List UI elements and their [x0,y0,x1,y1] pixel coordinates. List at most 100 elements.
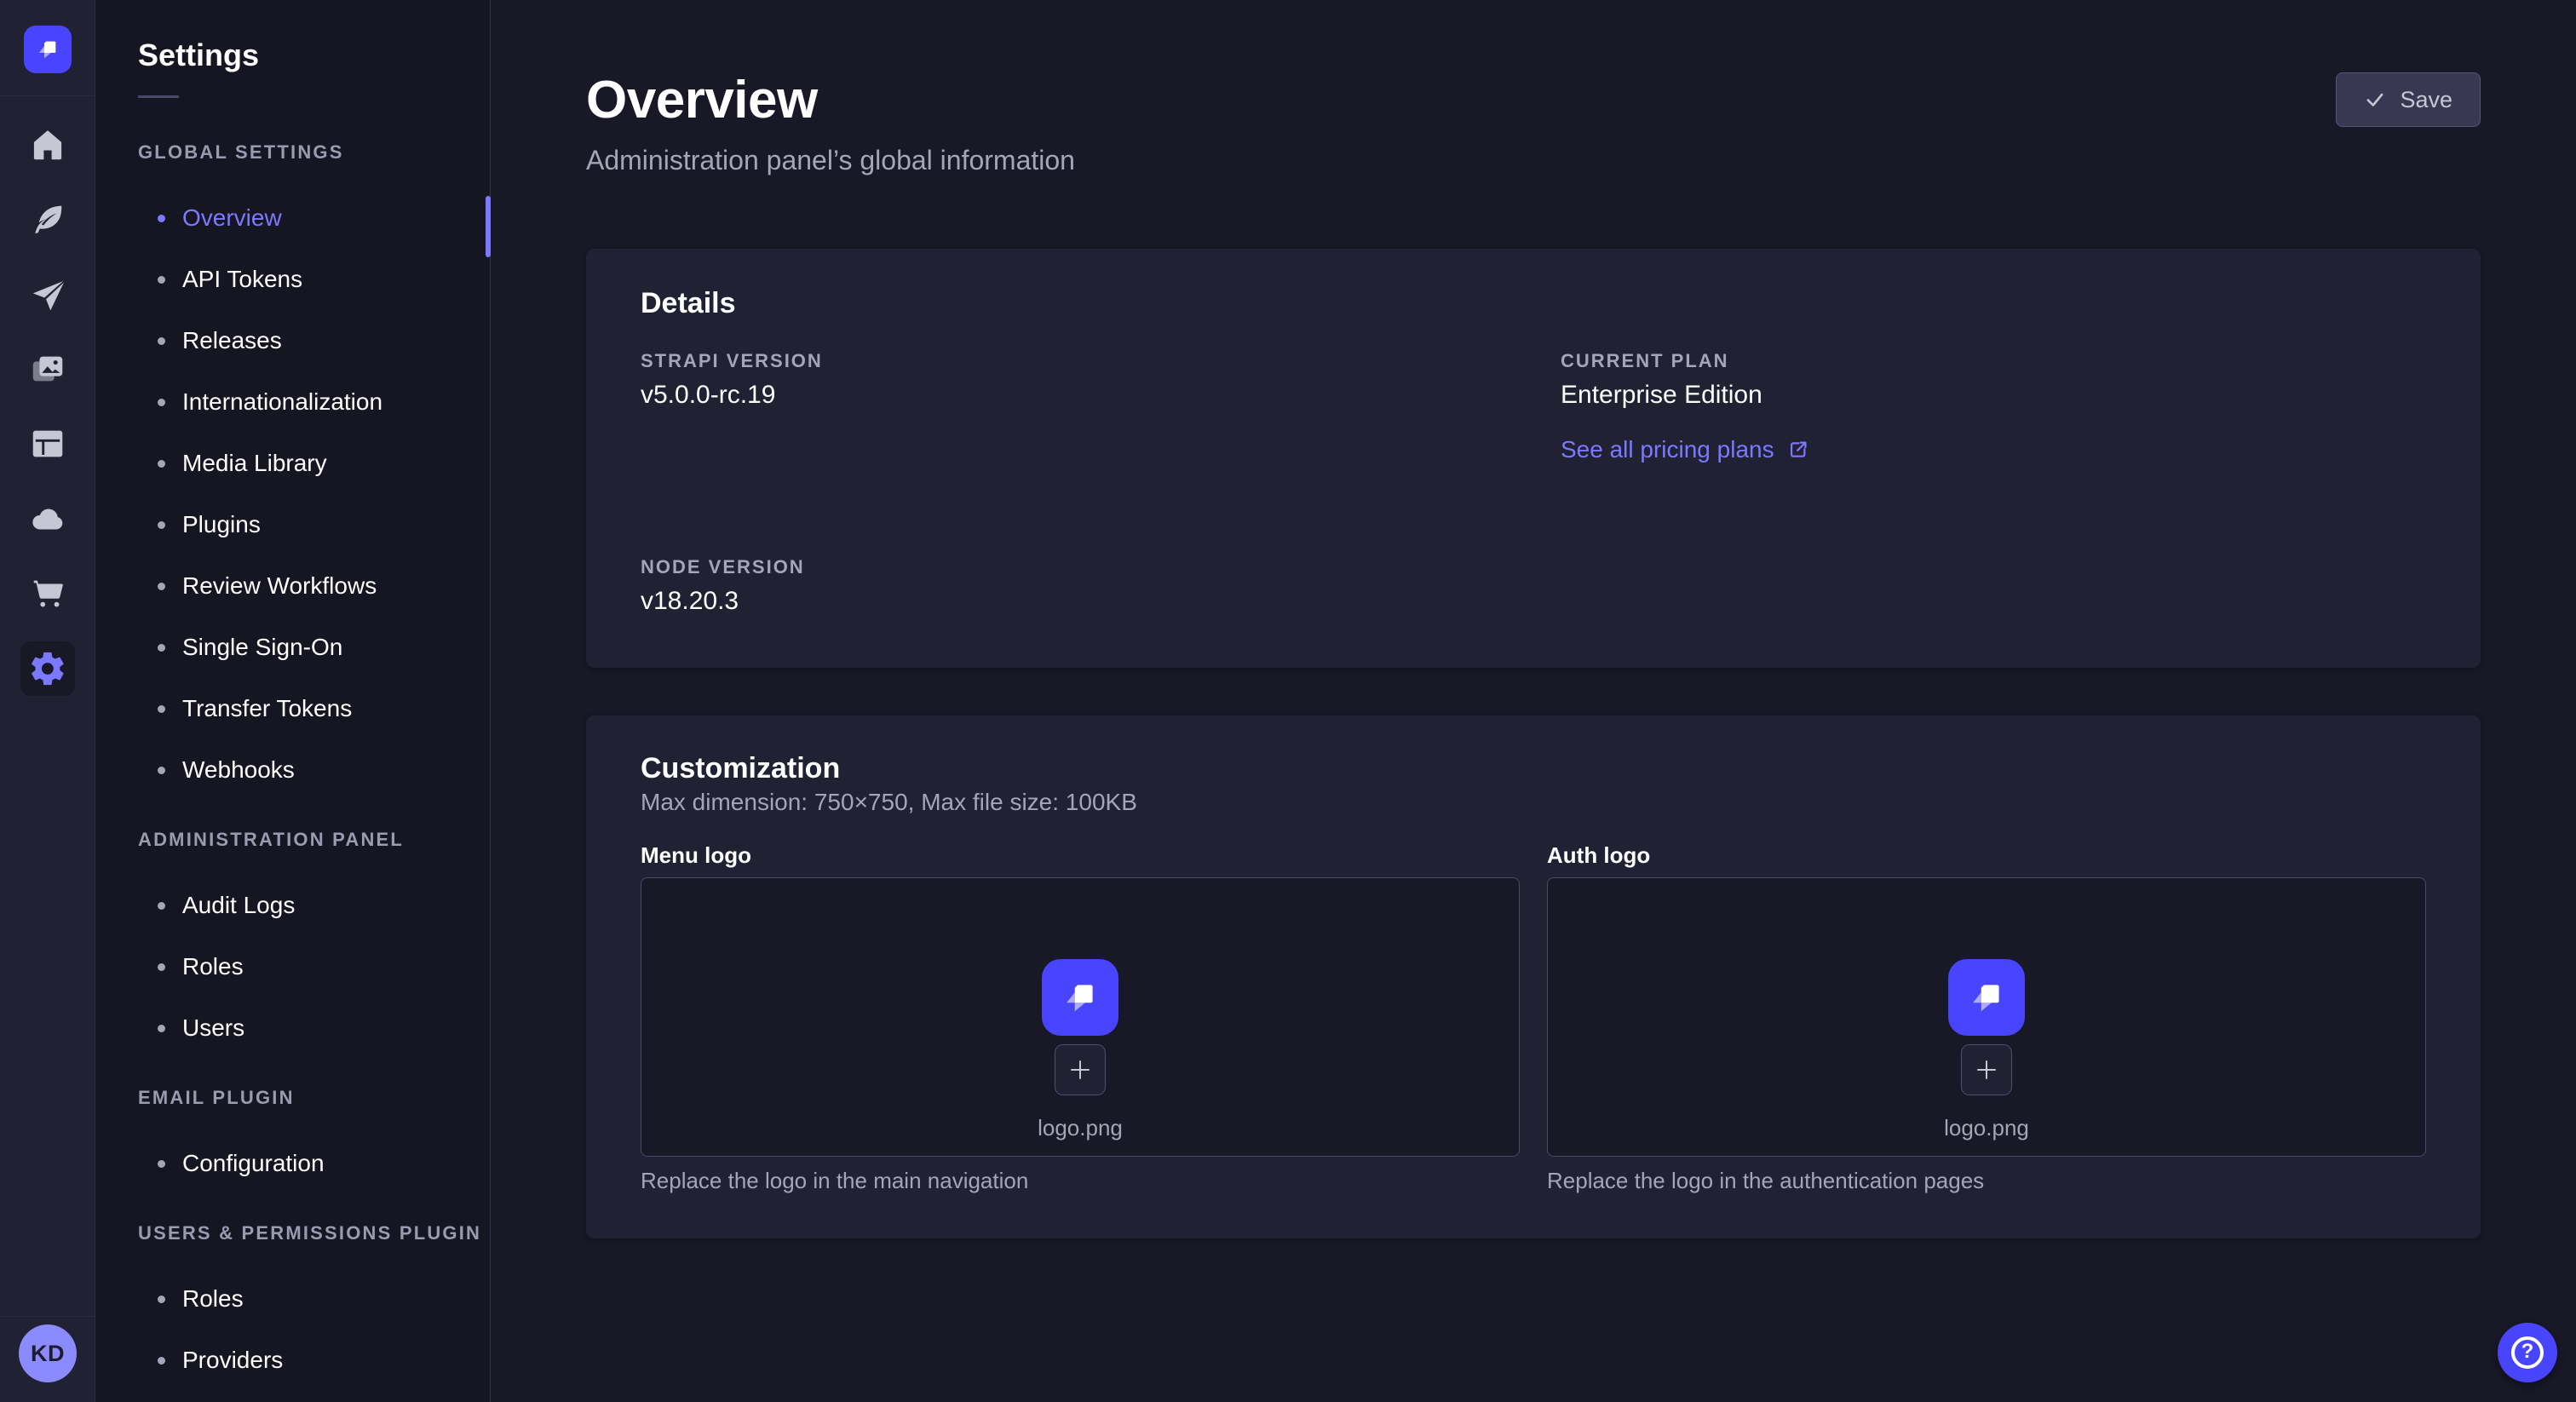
bullet-icon [158,1160,165,1168]
add-menu-logo-button[interactable] [1055,1044,1106,1095]
cart-icon [28,574,67,613]
node-version-value: v18.20.3 [641,584,1506,618]
avatar[interactable]: KD [19,1324,77,1382]
details-card-title: Details [641,283,2426,324]
main-content: Overview Administration panel’s global i… [492,0,2576,1402]
page-title: Overview [586,70,2576,131]
media-library-icon-button[interactable] [24,346,72,394]
layout-icon [28,424,67,463]
home-icon [28,125,67,164]
check-icon [2364,89,2386,111]
subnav-item-admin-roles[interactable]: Roles [95,936,490,997]
auth-logo-dropzone[interactable]: logo.png [1547,877,2426,1157]
bullet-icon [158,705,165,713]
menu-logo-hint: Replace the logo in the main navigation [641,1167,1520,1194]
subnav-item-up-roles[interactable]: Roles [95,1268,490,1330]
rail-divider-top [0,95,95,96]
active-item-indicator [486,196,491,257]
section-header-users-permissions-plugin: USERS & PERMISSIONS PLUGIN [95,1213,490,1254]
menu-logo-filename: logo.png [1038,1114,1123,1141]
auth-logo-filename: logo.png [1944,1114,2029,1141]
subnav-item-up-providers[interactable]: Providers [95,1330,490,1391]
releases-icon-button[interactable] [24,272,72,319]
main-nav-rail: KD [0,0,95,1402]
strapi-logo[interactable] [24,26,72,73]
subnav-item-admin-users[interactable]: Users [95,997,490,1059]
settings-icon-button[interactable] [20,641,75,696]
cloud-icon-button[interactable] [24,495,72,543]
page-subtitle: Administration panel’s global informatio… [586,143,2576,177]
bullet-icon [158,1357,165,1365]
strapi-version-label: STRAPI VERSION [641,349,1506,373]
add-auth-logo-button[interactable] [1961,1044,2012,1095]
node-version-label: NODE VERSION [641,555,1506,579]
save-button[interactable]: Save [2336,72,2481,127]
current-plan-label: CURRENT PLAN [1561,349,2426,373]
current-plan-field: CURRENT PLAN Enterprise Edition See all … [1561,349,2426,467]
menu-logo-field: Menu logo logo.png [641,842,1520,1194]
bullet-icon [158,521,165,529]
bullet-icon [158,460,165,468]
auth-logo-preview [1948,959,2025,1036]
plus-icon [1974,1057,1999,1083]
paper-plane-icon [28,276,67,315]
bullet-icon [158,399,165,406]
content-manager-icon-button[interactable] [24,196,72,244]
bullet-icon [158,337,165,345]
bullet-icon [158,1296,165,1303]
bullet-icon [158,644,165,652]
marketplace-icon-button[interactable] [24,570,72,618]
auth-logo-label: Auth logo [1547,842,2426,869]
administration-panel-list: Audit Logs Roles Users [95,860,490,1059]
section-header-global-settings: GLOBAL SETTINGS [95,132,490,173]
bullet-icon [158,767,165,774]
pricing-link[interactable]: See all pricing plans [1561,433,2426,467]
menu-logo-label: Menu logo [641,842,1520,869]
subnav-item-audit-logs[interactable]: Audit Logs [95,875,490,936]
bullet-icon [158,902,165,910]
page-header: Overview Administration panel’s global i… [492,0,2576,177]
images-icon [28,350,67,389]
subnav-title: Settings [95,0,490,73]
content-type-builder-icon-button[interactable] [24,420,72,468]
subnav-item-review-workflows[interactable]: Review Workflows [95,555,490,617]
bullet-icon [158,276,165,284]
gear-icon [28,649,67,688]
external-link-icon [1786,438,1810,462]
subnav-item-webhooks[interactable]: Webhooks [95,739,490,801]
help-button[interactable]: ? [2498,1323,2557,1382]
rail-divider-bottom [0,1316,95,1317]
strapi-version-value: v5.0.0-rc.19 [641,378,1506,412]
home-icon-button[interactable] [24,121,72,169]
question-mark-icon: ? [2511,1336,2544,1369]
bullet-icon [158,963,165,971]
auth-logo-field: Auth logo logo.png [1547,842,2426,1194]
subnav-item-transfer-tokens[interactable]: Transfer Tokens [95,678,490,739]
subnav-item-plugins[interactable]: Plugins [95,494,490,555]
bullet-icon [158,1025,165,1032]
node-version-field: NODE VERSION v18.20.3 [641,555,1506,618]
global-settings-list: Overview API Tokens Releases Internation… [95,173,490,801]
section-header-administration-panel: ADMINISTRATION PANEL [95,819,490,860]
subnav-item-single-sign-on[interactable]: Single Sign-On [95,617,490,678]
customization-card: Customization Max dimension: 750×750, Ma… [586,715,2481,1238]
strapi-glyph [1965,976,2008,1019]
subnav-item-releases[interactable]: Releases [95,310,490,371]
users-permissions-list: Roles Providers [95,1254,490,1391]
menu-logo-dropzone[interactable]: logo.png [641,877,1520,1157]
settings-subnav: Settings GLOBAL SETTINGS Overview API To… [95,0,491,1402]
section-header-email-plugin: EMAIL PLUGIN [95,1077,490,1118]
strapi-glyph [34,36,61,63]
subnav-title-underline [138,95,179,98]
subnav-item-api-tokens[interactable]: API Tokens [95,249,490,310]
menu-logo-preview [1042,959,1118,1036]
email-plugin-list: Configuration [95,1118,490,1194]
subnav-item-media-library[interactable]: Media Library [95,433,490,494]
feather-icon [28,200,67,239]
subnav-item-email-configuration[interactable]: Configuration [95,1133,490,1194]
subnav-item-overview[interactable]: Overview [95,187,490,249]
bullet-icon [158,215,165,222]
details-card: Details STRAPI VERSION v5.0.0-rc.19 CURR… [586,249,2481,668]
subnav-item-internationalization[interactable]: Internationalization [95,371,490,433]
current-plan-value: Enterprise Edition [1561,378,2426,412]
